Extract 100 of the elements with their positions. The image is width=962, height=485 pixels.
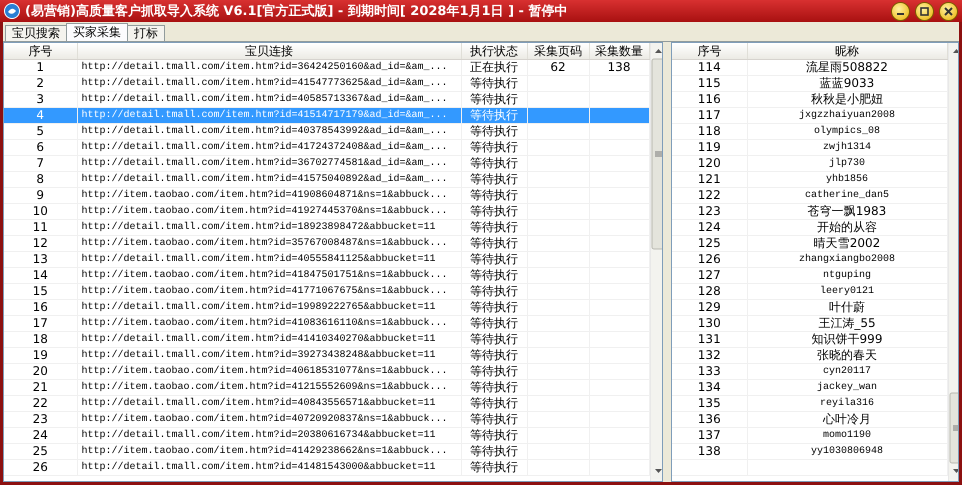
table-cell: 等待执行: [461, 140, 527, 156]
table-cell: 21: [4, 380, 77, 396]
table-cell: zhangxiangbo2008: [747, 252, 947, 268]
table-cell: http://detail.tmall.com/item.htm?id=39273438248&abbucket=11: [77, 348, 461, 364]
table-cell: http://item.taobao.com/item.htm?id=41215552609&ns=1&abbuck...: [77, 380, 461, 396]
maximize-button[interactable]: [915, 2, 934, 20]
table-cell: 知识饼干999: [747, 332, 947, 348]
column-header[interactable]: 采集数量: [589, 43, 649, 60]
table-cell: 133: [672, 364, 747, 380]
minimize-button[interactable]: [891, 2, 910, 20]
table-row[interactable]: 1 http://detail.tmall.com/item.htm?id=36424250160&ad_id=&am_... 正在执行 62 138: [4, 60, 649, 76]
table-cell: 等待执行: [461, 316, 527, 332]
table-row[interactable]: 20 http://item.taobao.com/item.htm?id=40618531077&ns=1&abbuck... 等待执行: [4, 364, 649, 380]
table-cell: leery0121: [747, 284, 947, 300]
table-cell: yhb1856: [747, 172, 947, 188]
table-row[interactable]: 6 http://detail.tmall.com/item.htm?id=41724372408&ad_id=&am_... 等待执行: [4, 140, 649, 156]
table-row[interactable]: 21 http://item.taobao.com/item.htm?id=41215552609&ns=1&abbuck... 等待执行: [4, 380, 649, 396]
column-header[interactable]: 序号: [672, 43, 747, 60]
table-cell: http://item.taobao.com/item.htm?id=40618531077&ns=1&abbuck...: [77, 364, 461, 380]
table-cell: 10: [4, 204, 77, 220]
table-cell: 15: [4, 284, 77, 300]
table-cell: 126: [672, 252, 747, 268]
table-cell: 等待执行: [461, 300, 527, 316]
table-cell: 22: [4, 396, 77, 412]
maximize-icon: [919, 6, 930, 16]
table-cell: 132: [672, 348, 747, 364]
table-row[interactable]: 8 http://detail.tmall.com/item.htm?id=41575040892&ad_id=&am_... 等待执行: [4, 172, 649, 188]
column-header[interactable]: 宝贝连接: [77, 43, 461, 60]
table-cell: zwjh1314: [747, 140, 947, 156]
table-cell: 119: [672, 140, 747, 156]
table-cell: 心叶冷月: [747, 412, 947, 428]
tab[interactable]: 宝贝搜索: [5, 25, 67, 41]
table-cell: 等待执行: [461, 236, 527, 252]
table-row[interactable]: 15 http://item.taobao.com/item.htm?id=41771067675&ns=1&abbuck... 等待执行: [4, 284, 649, 300]
table-cell: 122: [672, 188, 747, 204]
table-cell: 2: [4, 76, 77, 92]
column-header[interactable]: 昵称: [747, 43, 947, 60]
table-row[interactable]: 18 http://detail.tmall.com/item.htm?id=41410340270&abbucket=11 等待执行: [4, 332, 649, 348]
table-cell: 129: [672, 300, 747, 316]
table-cell: 123: [672, 204, 747, 220]
table-row[interactable]: 2 http://detail.tmall.com/item.htm?id=41547773625&ad_id=&am_... 等待执行: [4, 76, 649, 92]
tab[interactable]: 买家采集: [66, 23, 128, 41]
table-cell: 等待执行: [461, 252, 527, 268]
table-row[interactable]: 16 http://detail.tmall.com/item.htm?id=19989222765&abbucket=11 等待执行: [4, 300, 649, 316]
table-cell: http://detail.tmall.com/item.htm?id=41724372408&ad_id=&am_...: [77, 140, 461, 156]
table-row[interactable]: 9 http://item.taobao.com/item.htm?id=41908604871&ns=1&abbuck... 等待执行: [4, 188, 649, 204]
table-cell: 130: [672, 316, 747, 332]
table-cell: 等待执行: [461, 332, 527, 348]
table-cell: http://item.taobao.com/item.htm?id=41771067675&ns=1&abbuck...: [77, 284, 461, 300]
table-cell: 114: [672, 60, 747, 76]
table-row[interactable]: 26 http://detail.tmall.com/item.htm?id=41481543000&abbucket=11 等待执行: [4, 460, 649, 476]
table-cell: reyila316: [747, 396, 947, 412]
table-row[interactable]: 7 http://detail.tmall.com/item.htm?id=36702774581&ad_id=&am_... 等待执行: [4, 156, 649, 172]
column-header[interactable]: 序号: [4, 43, 77, 60]
table-row[interactable]: 13 http://detail.tmall.com/item.htm?id=40555841125&abbucket=11 等待执行: [4, 252, 649, 268]
close-button[interactable]: [939, 2, 958, 20]
table-cell: 6: [4, 140, 77, 156]
table-cell: 1: [4, 60, 77, 76]
table-cell: 127: [672, 268, 747, 284]
table-row[interactable]: 11 http://detail.tmall.com/item.htm?id=18923898472&abbucket=11 等待执行: [4, 220, 649, 236]
table-row[interactable]: 22 http://detail.tmall.com/item.htm?id=40843556571&abbucket=11 等待执行: [4, 396, 649, 412]
table-cell: 24: [4, 428, 77, 444]
column-header[interactable]: 采集页码: [527, 43, 589, 60]
table-cell: 138: [672, 444, 747, 460]
table-row[interactable]: 14 http://item.taobao.com/item.htm?id=41847501751&ns=1&abbuck... 等待执行: [4, 268, 649, 284]
table-cell: 等待执行: [461, 396, 527, 412]
table-cell: http://detail.tmall.com/item.htm?id=36702774581&ad_id=&am_...: [77, 156, 461, 172]
table-cell: http://detail.tmall.com/item.htm?id=41575040892&ad_id=&am_...: [77, 172, 461, 188]
table-cell: catherine_dan5: [747, 188, 947, 204]
table-cell: 等待执行: [461, 124, 527, 140]
table-cell: 等待执行: [461, 284, 527, 300]
table-cell: 26: [4, 460, 77, 476]
app-icon: [4, 3, 20, 19]
table-cell: http://detail.tmall.com/item.htm?id=41514717179&ad_id=&am_...: [77, 108, 461, 124]
table-cell: http://item.taobao.com/item.htm?id=41927445370&ns=1&abbuck...: [77, 204, 461, 220]
table-cell: http://item.taobao.com/item.htm?id=41847501751&ns=1&abbuck...: [77, 268, 461, 284]
table-row[interactable]: 24 http://detail.tmall.com/item.htm?id=20380616734&abbucket=11 等待执行: [4, 428, 649, 444]
table-cell: yy1030806948: [747, 444, 947, 460]
table-cell: 等待执行: [461, 204, 527, 220]
table-row[interactable]: 25 http://item.taobao.com/item.htm?id=41429238662&ns=1&abbuck... 等待执行: [4, 444, 649, 460]
table-row[interactable]: 17 http://item.taobao.com/item.htm?id=41083616110&ns=1&abbuck... 等待执行: [4, 316, 649, 332]
table-row[interactable]: 19 http://detail.tmall.com/item.htm?id=39273438248&abbucket=11 等待执行: [4, 348, 649, 364]
tab[interactable]: 打标: [127, 25, 165, 41]
table-cell: 138: [589, 60, 649, 76]
table-cell: 等待执行: [461, 172, 527, 188]
table-row[interactable]: 10 http://item.taobao.com/item.htm?id=41927445370&ns=1&abbuck... 等待执行: [4, 204, 649, 220]
table-row[interactable]: 12 http://item.taobao.com/item.htm?id=35767008487&ns=1&abbuck... 等待执行: [4, 236, 649, 252]
table-cell: 25: [4, 444, 77, 460]
table-cell: 115: [672, 76, 747, 92]
table-row[interactable]: 23 http://item.taobao.com/item.htm?id=40720920837&ns=1&abbuck... 等待执行: [4, 412, 649, 428]
column-header[interactable]: 执行状态: [461, 43, 527, 60]
table-cell: 134: [672, 380, 747, 396]
table-cell: http://detail.tmall.com/item.htm?id=40378543992&ad_id=&am_...: [77, 124, 461, 140]
table-cell: 124: [672, 220, 747, 236]
table-cell: 136: [672, 412, 747, 428]
table-row[interactable]: 5 http://detail.tmall.com/item.htm?id=40378543992&ad_id=&am_... 等待执行: [4, 124, 649, 140]
table-cell: http://item.taobao.com/item.htm?id=41429238662&ns=1&abbuck...: [77, 444, 461, 460]
table-cell: http://detail.tmall.com/item.htm?id=41547773625&ad_id=&am_...: [77, 76, 461, 92]
table-cell: 137: [672, 428, 747, 444]
table-cell: http://detail.tmall.com/item.htm?id=40843556571&abbucket=11: [77, 396, 461, 412]
